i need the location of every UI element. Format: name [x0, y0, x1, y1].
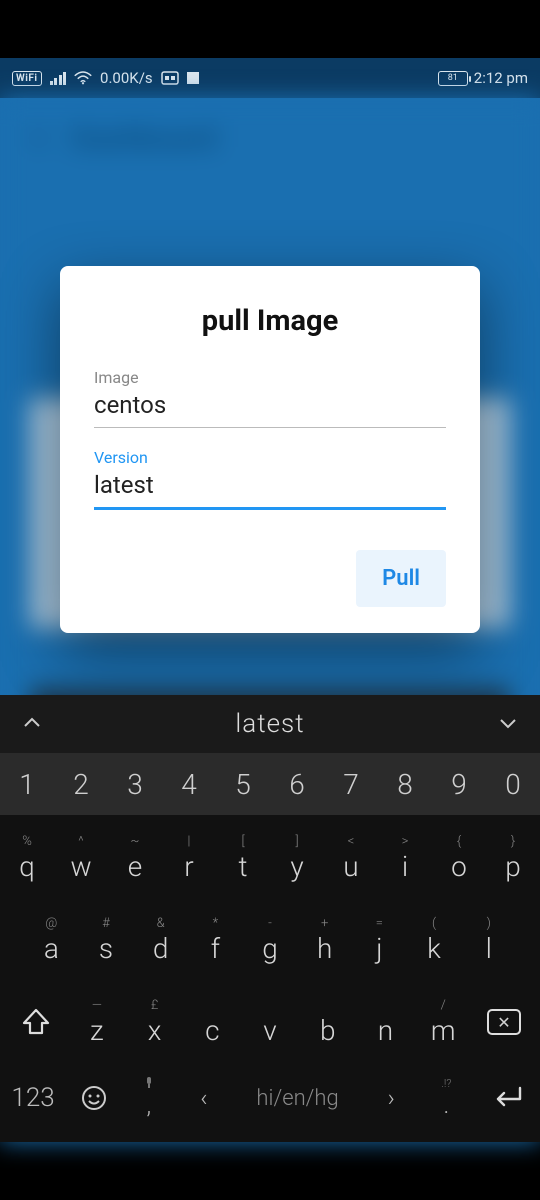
- bottom-row: 123 , ‹ hi/en/hg › .!? .: [0, 1063, 540, 1133]
- backdrop-title: Dashboard: [72, 121, 217, 156]
- emoji-key[interactable]: [66, 1085, 121, 1111]
- square-icon: [187, 72, 199, 84]
- backspace-key[interactable]: ✕: [472, 981, 536, 1063]
- key-2[interactable]: 2: [54, 753, 108, 815]
- key-s[interactable]: #s: [79, 899, 134, 981]
- symbols-key[interactable]: 123: [0, 1083, 66, 1113]
- key-z[interactable]: —z: [68, 981, 126, 1063]
- status-right: 81 2:12 pm: [438, 69, 528, 87]
- shift-key[interactable]: [4, 981, 68, 1063]
- soft-keyboard: latest 1234567890 %q^w~e|r[t]y<u>i{o}p @…: [0, 695, 540, 1142]
- space-key[interactable]: hi/en/hg: [231, 1086, 363, 1111]
- enter-key[interactable]: [474, 1085, 540, 1111]
- comma-key[interactable]: ,: [121, 1077, 176, 1119]
- key-o[interactable]: {o: [432, 817, 486, 899]
- image-field: Image: [94, 368, 446, 428]
- key-w[interactable]: ^w: [54, 817, 108, 899]
- key-e[interactable]: ~e: [108, 817, 162, 899]
- notif-icon: [161, 71, 179, 85]
- dialog-title: pull Image: [94, 304, 446, 338]
- key-y[interactable]: ]y: [270, 817, 324, 899]
- cell-signal-icon: [50, 71, 67, 85]
- period-key[interactable]: .!? .: [419, 1077, 474, 1119]
- wifi-badge: WiFi: [12, 71, 42, 86]
- key-5[interactable]: 5: [216, 753, 270, 815]
- expand-down-icon[interactable]: [498, 714, 518, 734]
- key-p[interactable]: }p: [486, 817, 540, 899]
- pull-button[interactable]: Pull: [356, 550, 446, 607]
- key-7[interactable]: 7: [324, 753, 378, 815]
- key-m[interactable]: /m: [414, 981, 472, 1063]
- key-row-1: %q^w~e|r[t]y<u>i{o}p: [0, 817, 540, 899]
- key-r[interactable]: |r: [162, 817, 216, 899]
- suggestion-word[interactable]: latest: [235, 709, 304, 739]
- key-4[interactable]: 4: [162, 753, 216, 815]
- key-h[interactable]: +h: [297, 899, 352, 981]
- key-1[interactable]: 1: [0, 753, 54, 815]
- key-i[interactable]: >i: [378, 817, 432, 899]
- image-input[interactable]: [94, 387, 446, 428]
- key-a[interactable]: @a: [24, 899, 79, 981]
- expand-up-icon[interactable]: [22, 713, 42, 736]
- pull-image-dialog: pull Image Image Version Pull: [60, 266, 480, 633]
- key-row-2: @a#s&d*f-g+h=j(k)l: [0, 899, 540, 981]
- net-speed: 0.00K/s: [100, 69, 153, 87]
- key-3[interactable]: 3: [108, 753, 162, 815]
- version-field: Version: [94, 448, 446, 510]
- lang-prev-key[interactable]: ‹: [176, 1084, 231, 1112]
- key-row-3: —z£xcvbn/m ✕: [0, 981, 540, 1063]
- key-x[interactable]: £x: [126, 981, 184, 1063]
- status-left: WiFi 0.00K/s: [12, 69, 199, 87]
- key-g[interactable]: -g: [243, 899, 298, 981]
- key-8[interactable]: 8: [378, 753, 432, 815]
- key-j[interactable]: =j: [352, 899, 407, 981]
- suggestion-bar: latest: [0, 695, 540, 753]
- status-bar: WiFi 0.00K/s 81 2:12 pm: [0, 58, 540, 98]
- battery-icon: 81: [438, 71, 468, 86]
- dialog-actions: Pull: [94, 550, 446, 607]
- version-label: Version: [94, 448, 446, 467]
- key-l[interactable]: )l: [461, 899, 516, 981]
- key-q[interactable]: %q: [0, 817, 54, 899]
- key-c[interactable]: c: [183, 981, 241, 1063]
- version-input[interactable]: [94, 467, 446, 510]
- key-6[interactable]: 6: [270, 753, 324, 815]
- key-t[interactable]: [t: [216, 817, 270, 899]
- image-label: Image: [94, 368, 446, 387]
- key-b[interactable]: b: [299, 981, 357, 1063]
- lang-next-key[interactable]: ›: [364, 1084, 419, 1112]
- key-0[interactable]: 0: [486, 753, 540, 815]
- clock: 2:12 pm: [474, 69, 528, 87]
- key-f[interactable]: *f: [188, 899, 243, 981]
- key-u[interactable]: <u: [324, 817, 378, 899]
- phone-screen: WiFi 0.00K/s 81 2:12 pm ≡ Dashboard: [0, 58, 540, 1142]
- key-9[interactable]: 9: [432, 753, 486, 815]
- key-v[interactable]: v: [241, 981, 299, 1063]
- number-row: 1234567890: [0, 753, 540, 815]
- key-d[interactable]: &d: [133, 899, 188, 981]
- key-n[interactable]: n: [357, 981, 415, 1063]
- key-k[interactable]: (k: [407, 899, 462, 981]
- wifi-icon: [74, 71, 92, 85]
